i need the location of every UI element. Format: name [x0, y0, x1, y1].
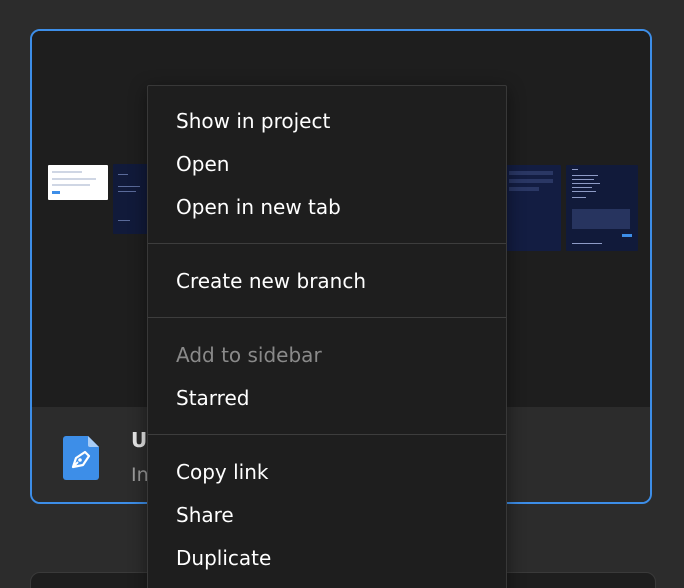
- menu-item-copy-link[interactable]: Copy link: [176, 460, 268, 484]
- menu-item-share[interactable]: Share: [176, 503, 234, 527]
- menu-separator: [148, 434, 506, 435]
- menu-item-add-to-sidebar: Add to sidebar: [176, 343, 322, 367]
- menu-item-show-in-project[interactable]: Show in project: [176, 109, 330, 133]
- file-browser: U In Show in project Open Open in new ta…: [0, 0, 684, 588]
- thumbnail-frame-light: [48, 165, 108, 200]
- thumbnail-frame-dark: [566, 165, 638, 251]
- menu-item-create-new-branch[interactable]: Create new branch: [176, 269, 366, 293]
- menu-item-starred[interactable]: Starred: [176, 386, 249, 410]
- pen-file-icon: [63, 436, 99, 480]
- menu-separator: [148, 243, 506, 244]
- menu-separator: [148, 317, 506, 318]
- file-name[interactable]: U: [131, 428, 147, 452]
- context-menu: Show in project Open Open in new tab Cre…: [147, 85, 507, 588]
- file-subtitle: In: [131, 464, 149, 486]
- menu-item-duplicate[interactable]: Duplicate: [176, 546, 271, 570]
- thumbnail-frame-dark: [505, 165, 561, 251]
- menu-item-open[interactable]: Open: [176, 152, 229, 176]
- thumbnail-frame-dark: [113, 164, 151, 234]
- menu-item-open-in-new-tab[interactable]: Open in new tab: [176, 195, 341, 219]
